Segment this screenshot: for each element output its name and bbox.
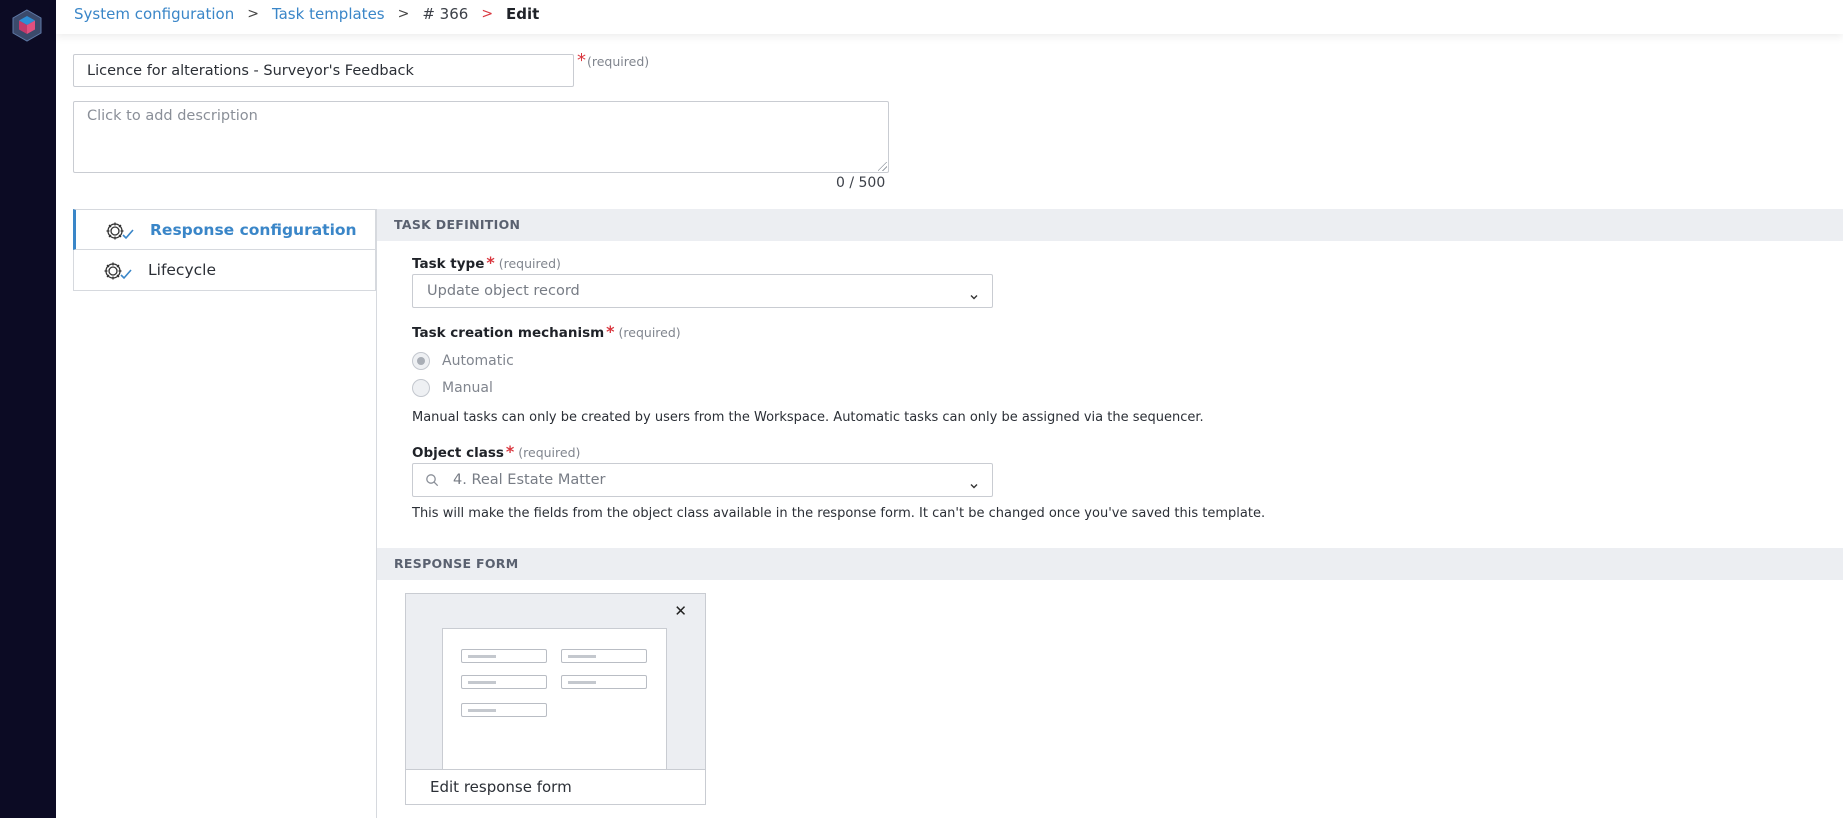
breadcrumb-template-id: # 366 [422,5,469,23]
preview-field [461,649,547,663]
chevron-right-icon: > [247,6,259,22]
task-definition-heading: TASK DEFINITION [377,209,1843,241]
chevron-right-icon: > [481,6,494,22]
object-class-help: This will make the fields from the objec… [412,506,1266,521]
required-label: (required) [587,54,650,69]
breadcrumb: System configuration > Task templates > … [74,5,539,23]
chevron-down-icon [969,476,979,489]
form-preview-illustration [442,628,667,770]
chevron-right-icon: > [397,6,410,22]
resize-handle-icon[interactable] [878,162,887,171]
object-class-label: Object class * (required) [412,442,581,461]
app-logo-icon[interactable] [10,8,44,42]
task-type-value: Update object record [427,283,580,299]
radio-automatic[interactable]: Automatic [412,352,514,370]
breadcrumb-system-configuration[interactable]: System configuration [74,5,234,23]
description-textarea[interactable] [73,101,889,173]
response-form-card: ✕ Edit response form [405,593,706,805]
template-title-input[interactable] [73,54,574,87]
radio-button[interactable] [412,379,430,397]
tab-label: Response configuration [150,220,357,239]
preview-field [561,649,647,663]
tab-response-configuration[interactable]: Response configuration [73,209,376,250]
preview-field [561,675,647,689]
config-tabs: Response configuration Lifecycle [73,209,376,291]
gear-check-icon [102,260,134,282]
required-star: * [577,50,586,71]
preview-field [461,675,547,689]
breadcrumb-current: Edit [506,5,540,23]
response-configuration-panel: TASK DEFINITION Task type * (required) Upd… [376,209,1843,818]
object-class-value: 4. Real Estate Matter [453,472,606,488]
breadcrumb-task-templates[interactable]: Task templates [272,5,385,23]
object-class-select[interactable]: 4. Real Estate Matter [412,463,993,497]
task-type-label: Task type * (required) [412,253,561,272]
creation-mechanism-label: Task creation mechanism * (required) [412,322,681,341]
chevron-down-icon [969,287,979,300]
top-bar: System configuration > Task templates > … [56,0,1843,34]
response-form-heading: RESPONSE FORM [377,548,1843,580]
radio-manual[interactable]: Manual [412,379,493,397]
creation-mechanism-help: Manual tasks can only be created by user… [412,410,1204,425]
tab-label: Lifecycle [148,261,216,279]
radio-button[interactable] [412,352,430,370]
edit-response-form-button[interactable]: Edit response form [406,769,705,804]
description-char-count: 0 / 500 [836,175,886,191]
gear-check-icon [104,220,136,242]
app-sidebar [0,0,56,818]
search-icon [425,473,440,488]
preview-field [461,703,547,717]
task-type-select[interactable]: Update object record [412,274,993,308]
close-icon[interactable]: ✕ [674,602,687,620]
tab-lifecycle[interactable]: Lifecycle [73,250,376,291]
